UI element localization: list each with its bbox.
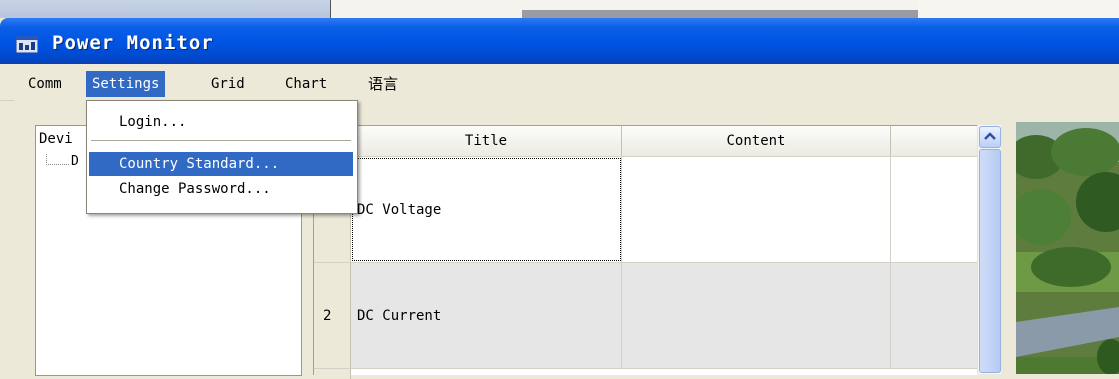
background-window-segment <box>522 10 918 18</box>
title-cell-text: DC Current <box>357 307 442 324</box>
background-windows-strip <box>0 0 1119 18</box>
device-tree-node-label: D <box>71 154 79 169</box>
menu-bar: Comm Settings Grid Chart 语言 <box>0 66 1119 101</box>
chevron-up-icon <box>984 132 996 140</box>
grid-header-content[interactable]: Content <box>622 126 891 156</box>
row-number: 2 <box>323 307 332 324</box>
title-cell[interactable]: DC Voltage <box>351 157 622 262</box>
menu-comm[interactable]: Comm <box>22 71 68 97</box>
device-tree-node[interactable]: D <box>46 154 79 169</box>
menu-settings[interactable]: Settings <box>86 71 166 97</box>
tree-connector-lines <box>46 154 69 165</box>
content-cell[interactable] <box>622 157 891 262</box>
table-row[interactable]: 2 DC Current <box>314 263 978 369</box>
data-grid[interactable]: Title Content 1 DC Voltage 2 DC Current <box>313 125 978 379</box>
menu-language[interactable]: 语言 <box>362 71 404 97</box>
scroll-thumb[interactable] <box>979 149 1001 373</box>
window-title-bar[interactable]: Power Monitor <box>0 18 1119 64</box>
app-window-icon <box>15 35 39 54</box>
table-row[interactable] <box>314 369 978 379</box>
grid-header: Title Content <box>314 126 978 157</box>
window-title: Power Monitor <box>52 32 214 54</box>
scroll-up-button[interactable] <box>979 126 1001 148</box>
grid-vertical-scrollbar[interactable] <box>977 125 1001 374</box>
content-cell[interactable] <box>622 263 891 368</box>
row-number-cell: 2 <box>314 263 351 368</box>
menu-grid[interactable]: Grid <box>205 71 251 97</box>
menu-item-login[interactable]: Login... <box>89 110 353 134</box>
table-row[interactable]: 1 DC Voltage <box>314 157 978 263</box>
row-number-cell <box>314 369 351 379</box>
settings-dropdown-menu: Login... Country Standard... Change Pass… <box>86 100 358 214</box>
menu-item-change-password[interactable]: Change Password... <box>89 177 353 201</box>
background-window-segment <box>0 0 331 18</box>
menu-chart[interactable]: Chart <box>279 71 333 97</box>
menu-separator <box>91 140 351 141</box>
menu-item-country-standard[interactable]: Country Standard... <box>89 152 353 176</box>
title-cell[interactable]: DC Current <box>351 263 622 368</box>
background-window-segment <box>918 0 1119 18</box>
landscape-picture <box>1016 122 1119 374</box>
grid-header-title[interactable]: Title <box>351 126 622 156</box>
title-cell-text: DC Voltage <box>357 201 442 218</box>
